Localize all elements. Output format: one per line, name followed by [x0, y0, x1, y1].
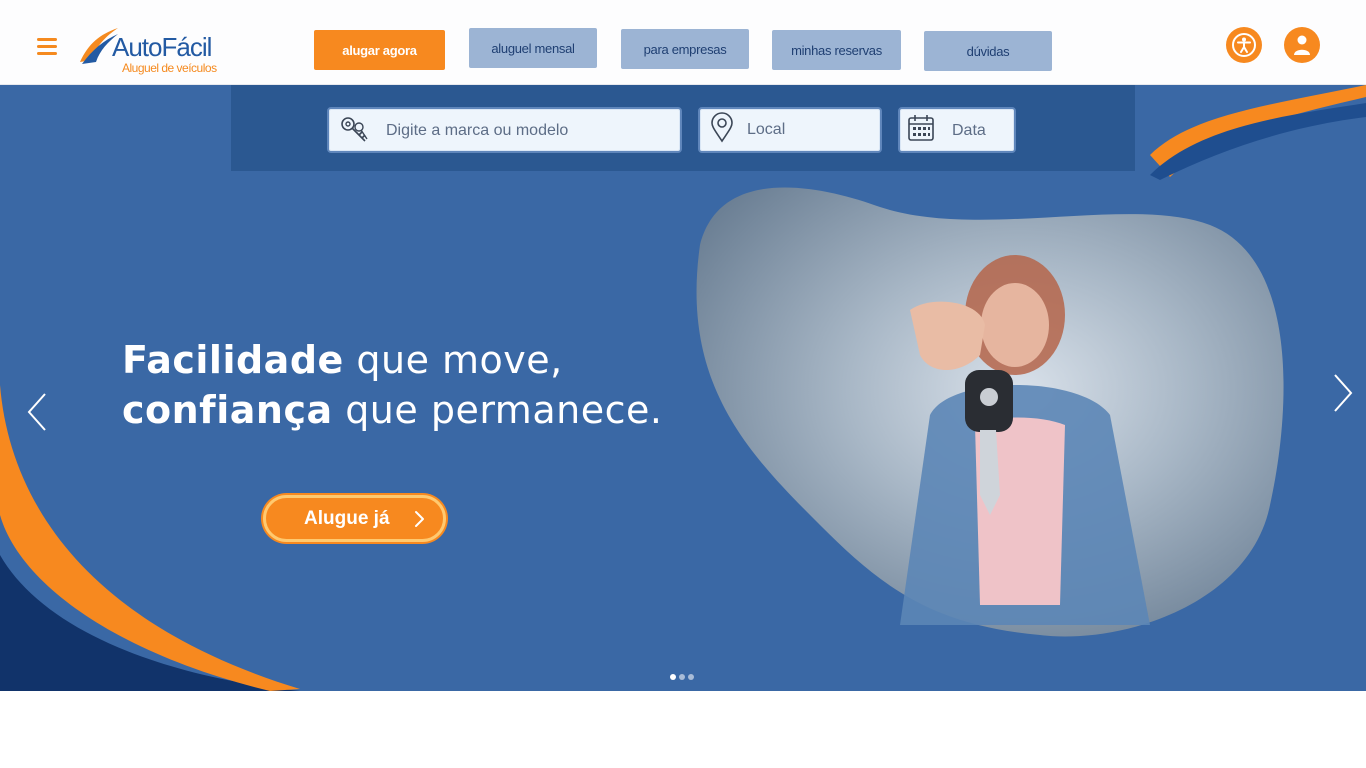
model-search-placeholder: Digite a marca ou modelo: [386, 122, 569, 139]
carousel-dot-1[interactable]: [670, 674, 676, 680]
headline-line-1-bold: Facilidade: [122, 338, 344, 382]
nav-business-button[interactable]: para empresas: [621, 29, 749, 69]
user-icon[interactable]: [1284, 27, 1320, 63]
hero-headline: Facilidade que move, confiança que perma…: [122, 335, 662, 435]
nav-rent-now-button[interactable]: alugar agora: [314, 30, 445, 70]
date-placeholder: Data: [952, 122, 986, 139]
nav-my-reservations-button[interactable]: minhas reservas: [772, 30, 901, 70]
date-field[interactable]: Data: [898, 107, 1016, 153]
headline-line-1: Facilidade que move,: [122, 335, 662, 385]
rent-now-cta-button[interactable]: Alugue já: [263, 495, 446, 542]
location-field[interactable]: Local: [698, 107, 882, 153]
map-pin-icon: [711, 112, 733, 143]
carousel-indicators: [670, 674, 694, 680]
brand-tagline: Aluguel de veículos: [122, 61, 217, 75]
nav-faq-button[interactable]: dúvidas: [924, 31, 1052, 71]
calendar-icon: [908, 115, 934, 141]
headline-line-1-rest: que move,: [343, 338, 563, 382]
carousel-next-arrow-icon[interactable]: [1332, 373, 1354, 413]
hero-banner: Digite a marca ou modelo Local Data Faci…: [0, 85, 1366, 691]
nav-monthly-rental-button[interactable]: aluguel mensal: [469, 28, 597, 68]
brand-name: AutoFácil: [112, 32, 212, 62]
brand-logo[interactable]: AutoFácil Aluguel de veículos: [78, 24, 228, 78]
carousel-dot-2[interactable]: [679, 674, 685, 680]
location-placeholder: Local: [747, 121, 786, 138]
search-panel: Digite a marca ou modelo Local Data: [231, 85, 1135, 171]
headline-line-2-bold: confiança: [122, 388, 333, 432]
carousel-prev-arrow-icon[interactable]: [26, 392, 48, 432]
model-search-field[interactable]: Digite a marca ou modelo: [327, 107, 682, 153]
site-header: AutoFácil Aluguel de veículos alugar ago…: [0, 0, 1366, 85]
chevron-right-icon: [415, 511, 424, 527]
cta-label: Alugue já: [304, 508, 390, 529]
headline-line-2: confiança que permanece.: [122, 385, 662, 435]
hamburger-menu-icon[interactable]: [37, 38, 57, 56]
car-keys-icon: [341, 117, 368, 142]
accessibility-icon[interactable]: [1226, 27, 1262, 63]
headline-line-2-rest: que permanece.: [332, 388, 663, 432]
carousel-dot-3[interactable]: [688, 674, 694, 680]
